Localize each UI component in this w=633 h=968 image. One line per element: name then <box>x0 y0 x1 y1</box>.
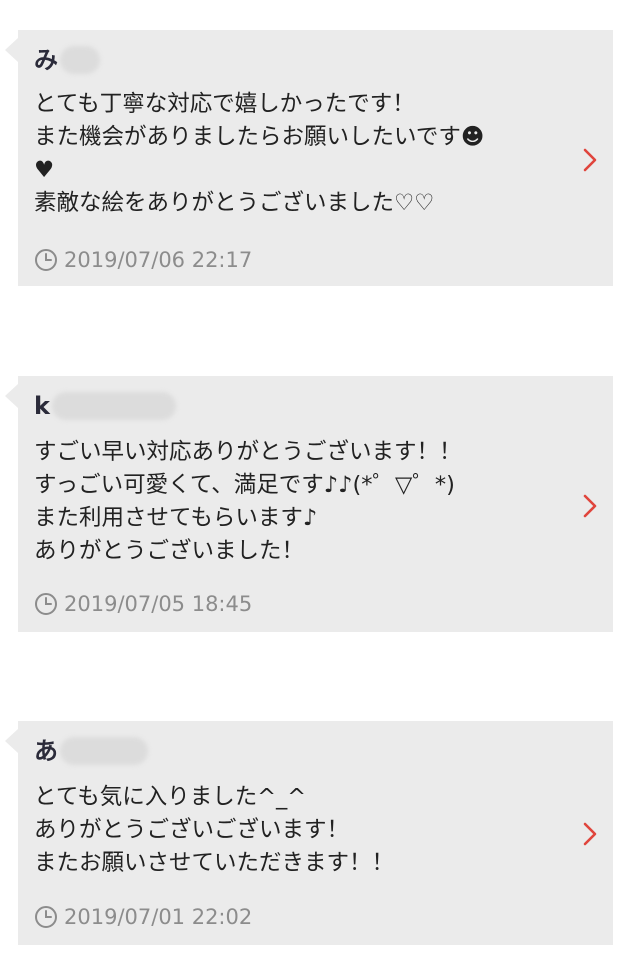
review-card[interactable]: k すごい早い対応ありがとうございます！！ すっごい可愛くて、満足です♪♪(*゜… <box>5 376 613 632</box>
review-line: また利用させてもらいます♪ <box>34 505 318 531</box>
review-card[interactable]: み とても丁寧な対応で嬉しかったです！ また機会がありましたらお願いしたいです☻… <box>5 30 613 286</box>
review-message: すごい早い対応ありがとうございます！！ すっごい可愛くて、満足です♪♪(*゜▽゜… <box>34 436 553 568</box>
review-message: とても丁寧な対応で嬉しかったです！ また機会がありましたらお願いしたいです☻ ♥… <box>34 88 553 220</box>
reviewer-name: k <box>34 392 50 420</box>
review-line: ありがとうございございます！ <box>34 817 350 843</box>
review-card[interactable]: あ とても気に入りました^_^ ありがとうございございます！ またお願いさせてい… <box>5 721 613 945</box>
review-line: とても気に入りました^_^ <box>34 784 307 810</box>
reviewer-name-row: k <box>34 390 176 422</box>
review-date-row: 2019/07/05 18:45 <box>34 592 252 616</box>
review-line: また機会がありましたらお願いしたいです☻ <box>34 124 485 150</box>
review-message: とても気に入りました^_^ ありがとうございございます！ またお願いさせていただ… <box>34 781 553 880</box>
review-date: 2019/07/01 22:02 <box>64 905 253 929</box>
clock-icon <box>35 906 57 928</box>
review-line: 素敵な絵をありがとうございました♡♡ <box>34 190 435 216</box>
review-date: 2019/07/05 18:45 <box>64 592 253 616</box>
review-date-row: 2019/07/01 22:02 <box>34 905 252 929</box>
review-line: とても丁寧な対応で嬉しかったです！ <box>34 91 415 117</box>
reviewer-name-blur <box>51 392 176 420</box>
review-line: すっごい可愛くて、満足です♪♪(*゜▽゜*) <box>34 472 455 498</box>
review-line: またお願いさせていただきます！！ <box>34 850 395 876</box>
review-date-row: 2019/07/06 22:17 <box>34 248 252 272</box>
review-line: ♥ <box>34 157 55 183</box>
clock-icon <box>35 593 57 615</box>
chevron-right-icon[interactable] <box>583 494 597 518</box>
reviewer-name-row: あ <box>34 735 148 767</box>
reviewer-name-blur <box>60 46 100 74</box>
review-date: 2019/07/06 22:17 <box>64 248 253 272</box>
chevron-right-icon[interactable] <box>583 822 597 846</box>
chevron-right-icon[interactable] <box>583 148 597 172</box>
clock-icon <box>35 249 57 271</box>
reviewer-name-row: み <box>34 44 100 76</box>
review-line: すごい早い対応ありがとうございます！！ <box>34 439 462 465</box>
review-line: ありがとうございました！ <box>34 538 305 564</box>
reviewer-name: み <box>34 46 58 74</box>
reviewer-name-blur <box>60 737 148 765</box>
reviewer-name: あ <box>34 737 58 765</box>
